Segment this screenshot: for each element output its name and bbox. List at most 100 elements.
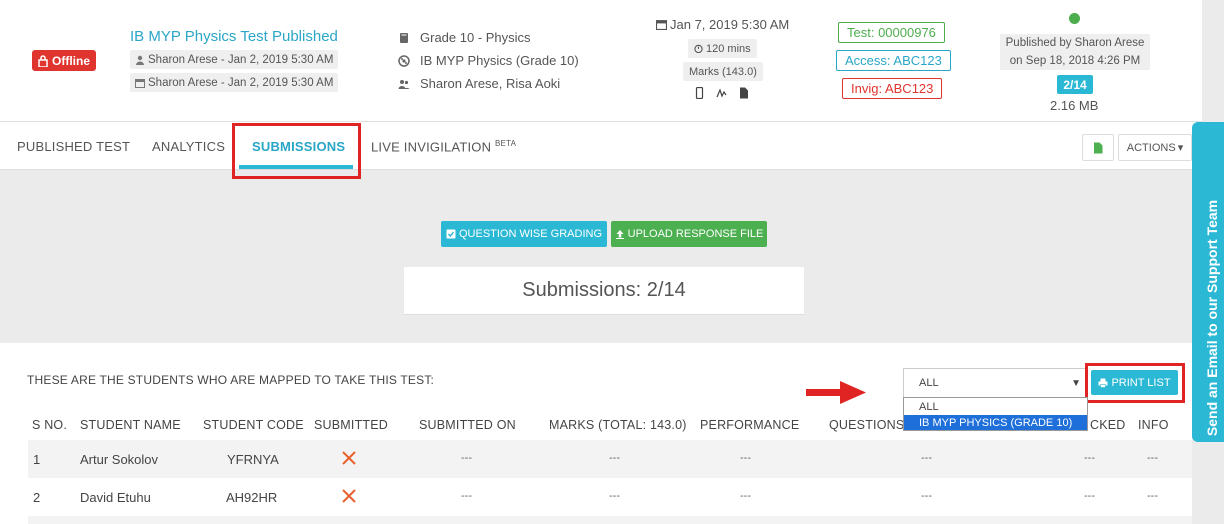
col-header-marks: MARKS (TOTAL: 143.0)	[549, 418, 687, 432]
cell-student-code: AH92HR	[226, 490, 278, 505]
stopwatch-icon	[694, 44, 703, 53]
col-header-submitted-on: SUBMITTED ON	[419, 418, 516, 432]
submission-count-badge: 2/14	[1057, 75, 1093, 94]
print-list-label: PRINT LIST	[1111, 376, 1171, 389]
col-header-performance: PERFORMANCE	[700, 418, 800, 432]
col-header-submitted: SUBMITTED	[314, 418, 389, 432]
lock-icon	[38, 54, 48, 67]
col-header-checked: CKED	[1090, 418, 1126, 432]
document-icon	[740, 87, 748, 99]
cell-info[interactable]: ---	[1147, 452, 1158, 464]
col-header-info: INFO	[1138, 418, 1169, 432]
col-header-student-name: STUDENT NAME	[80, 418, 181, 432]
test-title[interactable]: IB MYP Physics Test Published	[130, 28, 338, 45]
cell-student-name[interactable]: David Etuhu	[80, 490, 151, 505]
mapped-students-heading: THESE ARE THE STUDENTS WHO ARE MAPPED TO…	[27, 373, 435, 387]
duration-chip: 120 mins	[688, 39, 757, 58]
teachers-text: Sharon Arese, Risa Aoki	[420, 76, 561, 91]
access-code: Access: ABC123	[836, 50, 951, 71]
cross-icon	[342, 489, 356, 503]
highlight-box-submissions	[232, 123, 361, 179]
published-date: on Sep 18, 2018 4:26 PM	[1000, 52, 1150, 70]
offline-badge: Offline	[32, 50, 96, 71]
course-filter-select[interactable]: ALL ▼	[903, 368, 1087, 398]
document-icon	[1094, 142, 1103, 153]
cell-checked: ---	[1084, 490, 1095, 502]
tab-bar: PUBLISHED TEST ANALYTICS SUBMISSIONS LIV…	[0, 122, 1202, 170]
tab-live-label: LIVE INVIGILATION	[371, 139, 492, 155]
calendar-icon	[135, 78, 145, 88]
offline-label: Offline	[52, 53, 90, 68]
cell-sno: 2	[33, 490, 41, 505]
actions-label: ACTIONS	[1126, 141, 1176, 154]
export-document-button[interactable]	[1082, 134, 1114, 161]
cell-student-code: YFRNYA	[227, 452, 279, 467]
marks-chip: Marks (143.0)	[683, 62, 763, 81]
grade-line: Grade 10 - Physics	[398, 30, 531, 45]
teachers-line: Sharon Arese, Risa Aoki	[398, 76, 560, 91]
duration-text: 120 mins	[706, 42, 751, 55]
support-email-label[interactable]: Send an Email to our Support Team	[1204, 200, 1220, 436]
cell-sno: 1	[33, 452, 41, 467]
users-icon	[398, 79, 410, 89]
tab-live-invigilation[interactable]: LIVE INVIGILATION BETA	[371, 139, 516, 154]
printer-icon	[1098, 378, 1108, 388]
question-wise-grading-label: QUESTION WISE GRADING	[458, 228, 602, 240]
cross-icon	[342, 451, 356, 465]
user-icon	[136, 55, 144, 65]
cell-questions: ---	[921, 490, 932, 502]
caret-down-icon: ▼	[1071, 377, 1081, 389]
cell-info[interactable]: ---	[1147, 490, 1158, 502]
calendar-icon	[656, 20, 667, 30]
course-line: IB MYP Physics (Grade 10)	[398, 53, 579, 68]
cell-marks: ---	[609, 490, 620, 502]
print-list-button[interactable]: PRINT LIST	[1091, 370, 1178, 395]
test-date-text: Jan 7, 2019 5:30 AM	[670, 17, 790, 32]
modified-by-text: Sharon Arese - Jan 2, 2019 5:30 AM	[148, 76, 334, 89]
upload-response-file-label: UPLOAD RESPONSE FILE	[627, 228, 764, 240]
device-icons	[694, 87, 749, 99]
cell-submitted-on: ---	[461, 452, 472, 464]
upload-response-file-button[interactable]: UPLOAD RESPONSE FILE	[611, 221, 767, 247]
test-date: Jan 7, 2019 5:30 AM	[656, 17, 789, 32]
signature-icon	[716, 88, 727, 98]
cell-checked: ---	[1084, 452, 1095, 464]
tab-published-test[interactable]: PUBLISHED TEST	[17, 139, 130, 154]
course-filter-dropdown: ALL IB MYP PHYSICS (GRADE 10)	[903, 397, 1088, 431]
filter-option-ib-myp-physics[interactable]: IB MYP PHYSICS (GRADE 10)	[904, 415, 1087, 430]
mobile-icon	[695, 87, 704, 99]
actions-dropdown-button[interactable]: ACTIONS ▾	[1118, 134, 1192, 161]
book-icon	[400, 32, 408, 43]
table-row: 2 David Etuhu AH92HR --- --- --- --- ---…	[28, 478, 1192, 516]
check-square-icon	[446, 229, 456, 239]
invigilation-code: Invig: ABC123	[842, 78, 943, 99]
cell-submitted	[341, 488, 357, 507]
test-code: Test: 00000976	[838, 22, 945, 43]
created-by-text: Sharon Arese - Jan 2, 2019 5:30 AM	[148, 53, 334, 66]
filter-option-all[interactable]: ALL	[904, 399, 1087, 414]
file-size: 2.16 MB	[1050, 98, 1099, 113]
submissions-summary: Submissions: 2/14	[404, 267, 804, 315]
cell-student-name[interactable]: Artur Sokolov	[80, 452, 158, 467]
upload-icon	[615, 230, 624, 239]
beta-badge: BETA	[495, 139, 517, 148]
cell-marks: ---	[609, 452, 620, 464]
atom-icon	[398, 54, 410, 67]
grade-text: Grade 10 - Physics	[420, 30, 531, 45]
question-wise-grading-button[interactable]: QUESTION WISE GRADING	[441, 221, 607, 247]
chevron-down-icon: ▾	[1177, 142, 1184, 154]
cell-performance: ---	[740, 452, 751, 464]
table-row: 1 Artur Sokolov YFRNYA --- --- --- --- -…	[28, 440, 1192, 478]
cell-submitted-on: ---	[461, 490, 472, 502]
col-header-student-code: STUDENT CODE	[203, 418, 304, 432]
published-by: Published by Sharon Arese	[1000, 34, 1150, 52]
tab-analytics[interactable]: ANALYTICS	[152, 139, 225, 154]
created-by-chip: Sharon Arese - Jan 2, 2019 5:30 AM	[130, 50, 339, 69]
col-header-questions: QUESTIONS	[829, 418, 905, 432]
course-filter-value: ALL	[919, 377, 939, 389]
table-row-partial	[28, 516, 1192, 524]
status-dot	[1069, 13, 1080, 24]
modified-by-chip: Sharon Arese - Jan 2, 2019 5:30 AM	[130, 73, 339, 92]
cell-performance: ---	[740, 490, 751, 502]
course-text: IB MYP Physics (Grade 10)	[420, 53, 579, 68]
